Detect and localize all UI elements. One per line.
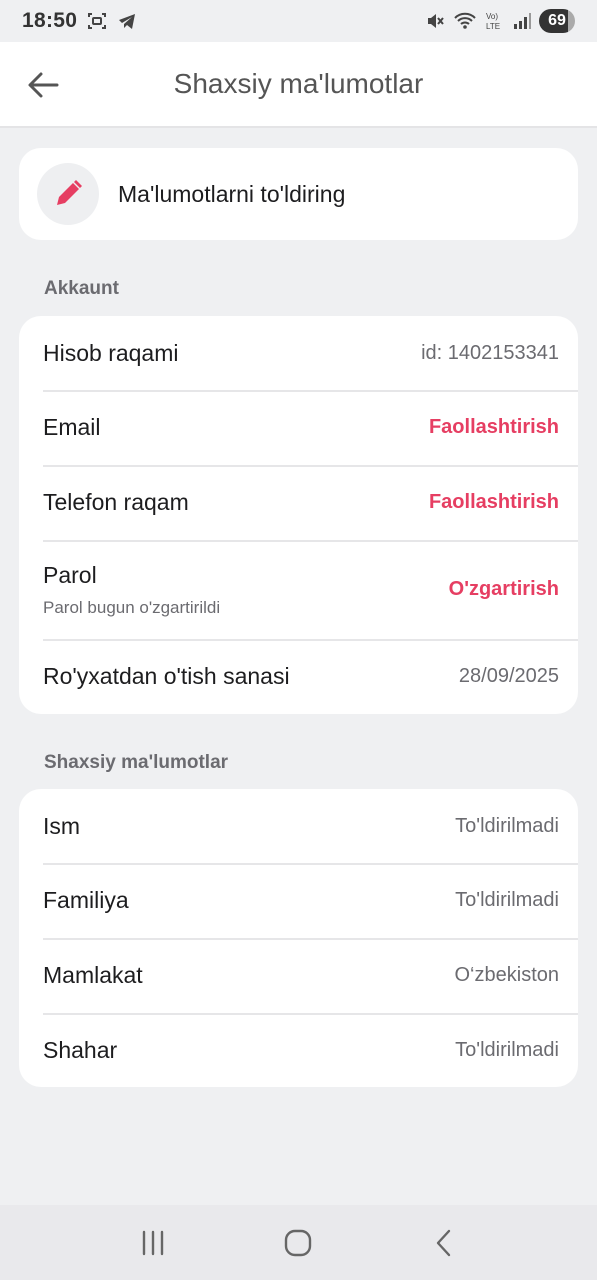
row-label: Telefon raqam bbox=[43, 489, 189, 515]
first-name-row[interactable]: Ism To'ldirilmadi bbox=[19, 789, 578, 863]
fill-info-label: Ma'lumotlarni to'ldiring bbox=[118, 180, 346, 207]
home-button[interactable] bbox=[268, 1213, 328, 1273]
country-row[interactable]: Mamlakat O‘zbekiston bbox=[19, 938, 578, 1013]
account-section-title: Akkaunt bbox=[44, 278, 119, 299]
email-row[interactable]: Email Faollashtirish bbox=[19, 390, 578, 465]
registration-date-value: 28/09/2025 bbox=[458, 665, 559, 687]
recent-apps-button[interactable] bbox=[123, 1213, 183, 1273]
app-bar: Shaxsiy ma'lumotlar bbox=[0, 42, 597, 128]
volte-icon: Vo) LTE bbox=[485, 11, 505, 31]
last-name-value: To'ldirilmadi bbox=[455, 889, 559, 911]
phone-activate-button[interactable]: Faollashtirish bbox=[429, 491, 559, 514]
password-row[interactable]: Parol Parol bugun o'zgartirildi O'zgarti… bbox=[19, 540, 578, 639]
page-title: Shaxsiy ma'lumotlar bbox=[173, 68, 424, 99]
row-label: Mamlakat bbox=[43, 962, 143, 988]
password-change-button[interactable]: O'zgartirish bbox=[449, 578, 559, 601]
mute-icon bbox=[425, 11, 445, 31]
row-label: Ro'yxatdan o'tish sanasi bbox=[43, 663, 290, 689]
row-label: Hisob raqami bbox=[43, 339, 179, 366]
system-nav-bar bbox=[0, 1205, 597, 1280]
pencil-icon-circle bbox=[37, 163, 99, 225]
row-label: Familiya bbox=[43, 887, 129, 913]
wifi-icon bbox=[453, 11, 477, 31]
status-left: 18:50 bbox=[22, 9, 137, 33]
row-label: Email bbox=[43, 414, 101, 440]
email-activate-button[interactable]: Faollashtirish bbox=[429, 416, 559, 439]
personal-section-title: Shaxsiy ma'lumotlar bbox=[44, 752, 229, 773]
first-name-value: To'ldirilmadi bbox=[455, 814, 559, 837]
svg-text:LTE: LTE bbox=[486, 22, 500, 31]
city-value: To'ldirilmadi bbox=[455, 1038, 559, 1061]
city-row[interactable]: Shahar To'ldirilmadi bbox=[19, 1013, 578, 1087]
row-label: Parol bbox=[43, 561, 97, 588]
registration-date-row: Ro'yxatdan o'tish sanasi 28/09/2025 bbox=[19, 639, 578, 714]
password-text-block: Parol Parol bugun o'zgartirildi bbox=[43, 562, 220, 618]
back-nav-button[interactable] bbox=[414, 1213, 474, 1273]
home-icon bbox=[285, 1229, 312, 1256]
status-bar: 18:50 Vo) LTE 69 bbox=[0, 0, 597, 42]
status-right: Vo) LTE 69 bbox=[425, 9, 575, 33]
pencil-icon bbox=[57, 180, 82, 205]
phone-row[interactable]: Telefon raqam Faollashtirish bbox=[19, 465, 578, 540]
telegram-icon bbox=[117, 11, 137, 31]
status-time: 18:50 bbox=[22, 9, 78, 32]
password-subtitle: Parol bugun o'zgartirildi bbox=[43, 597, 221, 617]
signal-icon bbox=[513, 12, 531, 30]
country-value: O‘zbekiston bbox=[454, 964, 560, 986]
svg-text:Vo): Vo) bbox=[486, 12, 498, 21]
back-nav-icon bbox=[436, 1229, 451, 1256]
last-name-row[interactable]: Familiya To'ldirilmadi bbox=[19, 863, 578, 938]
account-id-row: Hisob raqami id: 1402153341 bbox=[19, 316, 578, 390]
battery-icon: 69 bbox=[539, 9, 575, 33]
fill-info-card[interactable]: Ma'lumotlarni to'ldiring bbox=[19, 148, 578, 240]
screenshot-icon bbox=[87, 11, 107, 31]
recent-apps-icon bbox=[142, 1230, 164, 1255]
account-card: Hisob raqami id: 1402153341 Email Faolla… bbox=[19, 316, 578, 714]
row-label: Shahar bbox=[43, 1036, 118, 1063]
account-id-value: id: 1402153341 bbox=[421, 341, 559, 364]
personal-card: Ism To'ldirilmadi Familiya To'ldirilmadi… bbox=[19, 789, 578, 1087]
row-label: Ism bbox=[43, 812, 81, 839]
